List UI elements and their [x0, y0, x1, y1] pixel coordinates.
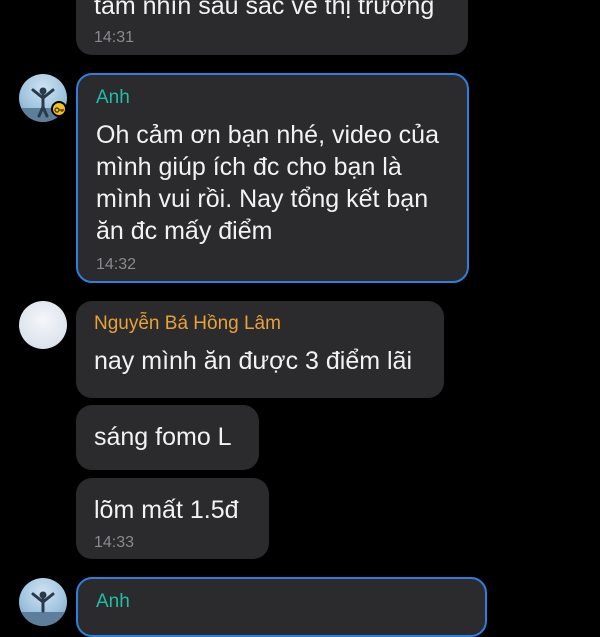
- message-bubble-1[interactable]: tầm nhìn sâu sắc về thị trường 14:31: [76, 0, 468, 55]
- message-bubble-2[interactable]: Anh Oh cảm ơn bạn nhé, video của mình gi…: [76, 73, 469, 283]
- message-text: nay mình ăn được 3 điểm lãi: [94, 347, 413, 375]
- sender-name[interactable]: Nguyễn Bá Hồng Lâm: [94, 313, 426, 335]
- message-timestamp: 14:32: [96, 256, 137, 273]
- person-silhouette-icon: [19, 591, 67, 626]
- message-bubble-4[interactable]: sáng fomo L: [76, 405, 259, 470]
- key-icon: [51, 101, 67, 117]
- avatar-anh[interactable]: [19, 578, 67, 626]
- message-text: sáng fomo L: [94, 423, 232, 451]
- message-timestamp: 14:31: [94, 29, 135, 46]
- message-timestamp: 14:33: [94, 534, 135, 551]
- avatar-lam[interactable]: [19, 301, 67, 349]
- message-bubble-3[interactable]: Nguyễn Bá Hồng Lâm nay mình ăn được 3 đi…: [76, 301, 444, 398]
- message-text: tầm nhìn sâu sắc về thị trường: [94, 0, 435, 20]
- message-text: lõm mất 1.5đ: [94, 496, 239, 524]
- message-text: Oh cảm ơn bạn nhé, video của mình giúp í…: [96, 119, 449, 247]
- sender-name[interactable]: Anh: [96, 87, 449, 109]
- message-line: mình vui rồi. Nay tổng kết bạn: [96, 185, 429, 213]
- message-line: ăn đc mấy điểm: [96, 217, 273, 245]
- message-bubble-5[interactable]: lõm mất 1.5đ 14:33: [76, 478, 269, 559]
- message-line: Oh cảm ơn bạn nhé, video của: [96, 121, 439, 149]
- sender-name[interactable]: Anh: [96, 591, 467, 613]
- message-bubble-6[interactable]: Anh: [76, 577, 487, 637]
- message-line: mình giúp ích đc cho bạn là: [96, 153, 402, 181]
